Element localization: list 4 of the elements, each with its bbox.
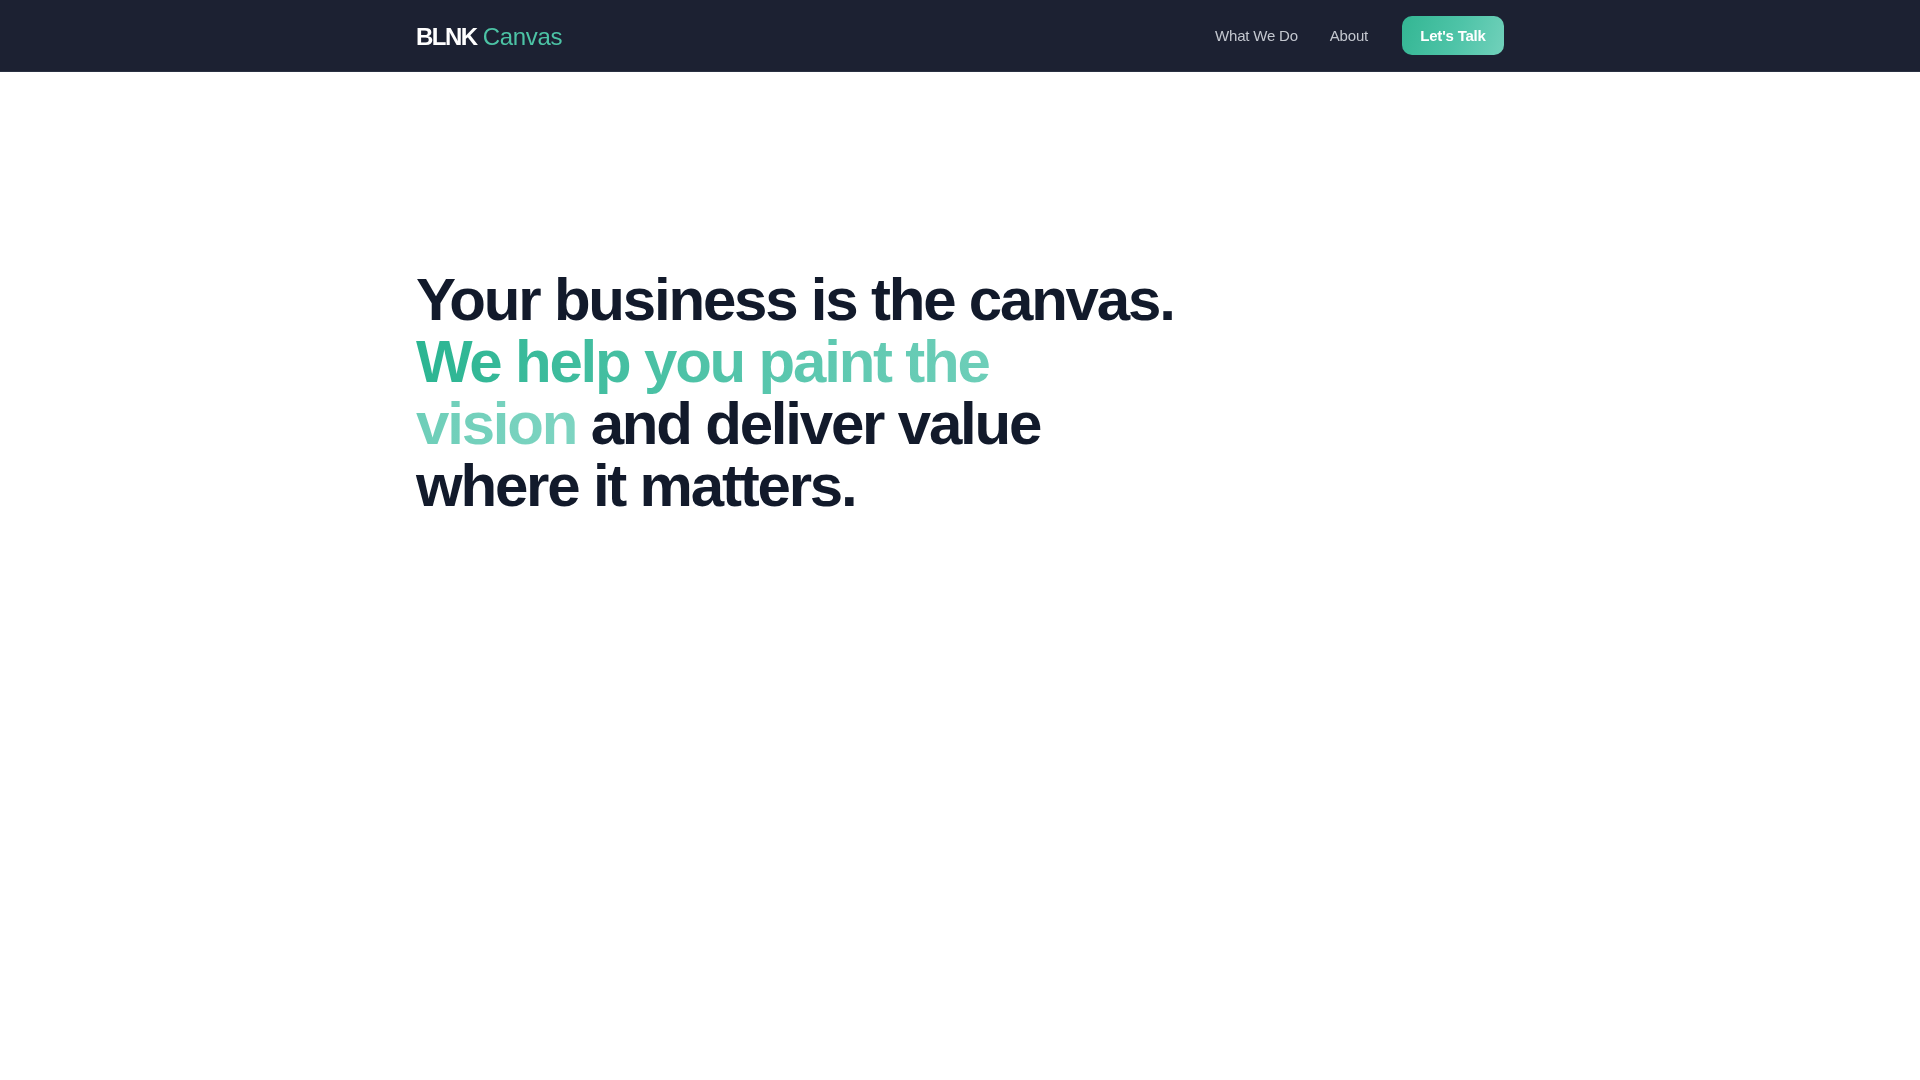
nav-link[interactable]: About xyxy=(1329,27,1368,44)
nav-link[interactable]: What We Do xyxy=(1215,27,1298,44)
logo-link[interactable]: BLNK Canvas xyxy=(416,22,563,49)
hero-headline: Your business is the canvas. We help you paint the vision and deliver value where it matters. xyxy=(416,269,1175,517)
